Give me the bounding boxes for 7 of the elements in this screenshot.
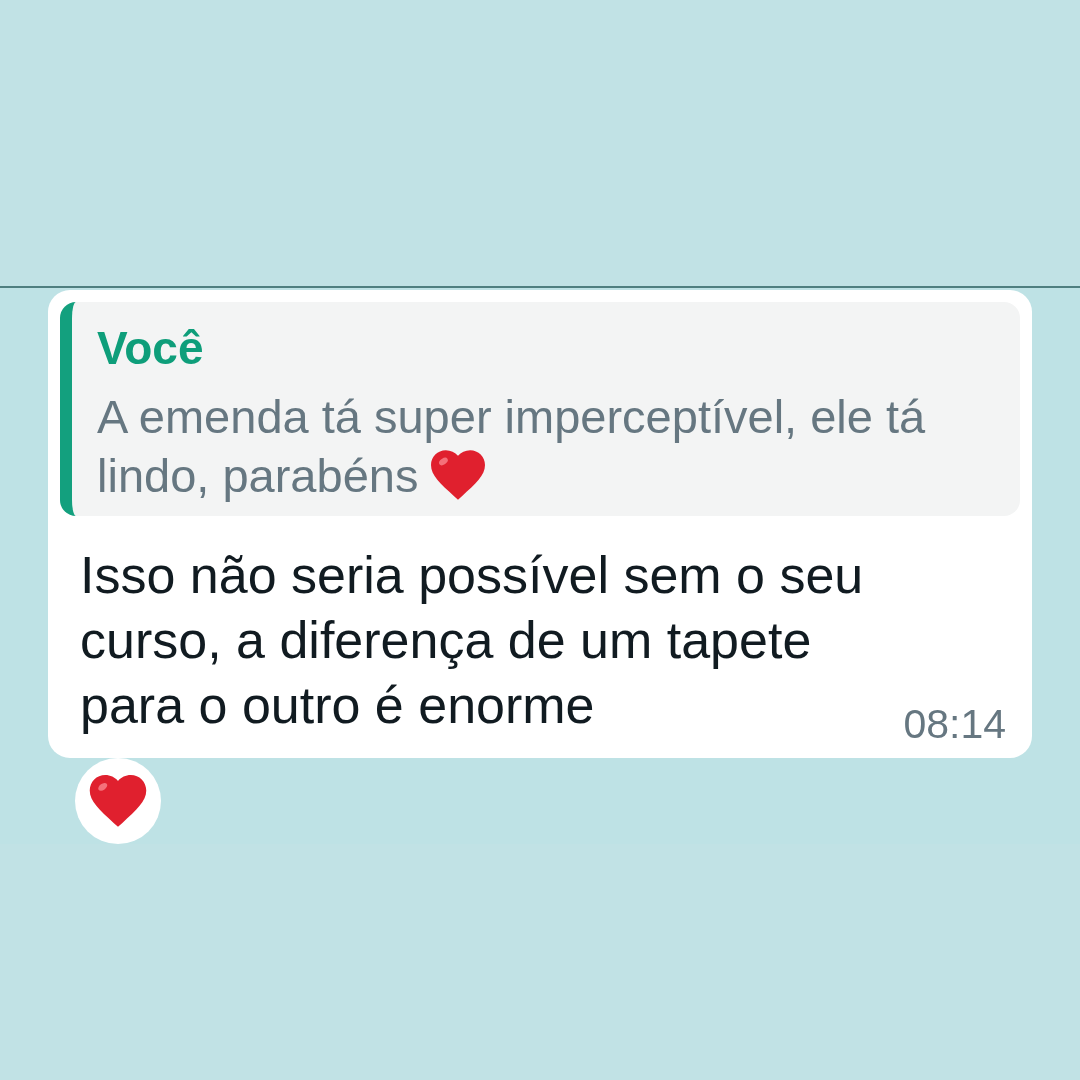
quote-author: Você xyxy=(97,322,205,374)
heart-icon xyxy=(89,775,147,827)
quote-text: A emenda tá super imperceptível, ele tá lindo, parabéns xyxy=(97,389,927,504)
message-text: Isso não seria possível sem o seu curso, a diferença de um tapete para o outro é enorme xyxy=(80,545,865,736)
heart-icon xyxy=(431,450,486,500)
quoted-message[interactable]: Você A emenda tá super imperceptível, ele tá lindo, parabéns xyxy=(60,302,1020,516)
message-time: 08:14 xyxy=(903,702,1006,746)
